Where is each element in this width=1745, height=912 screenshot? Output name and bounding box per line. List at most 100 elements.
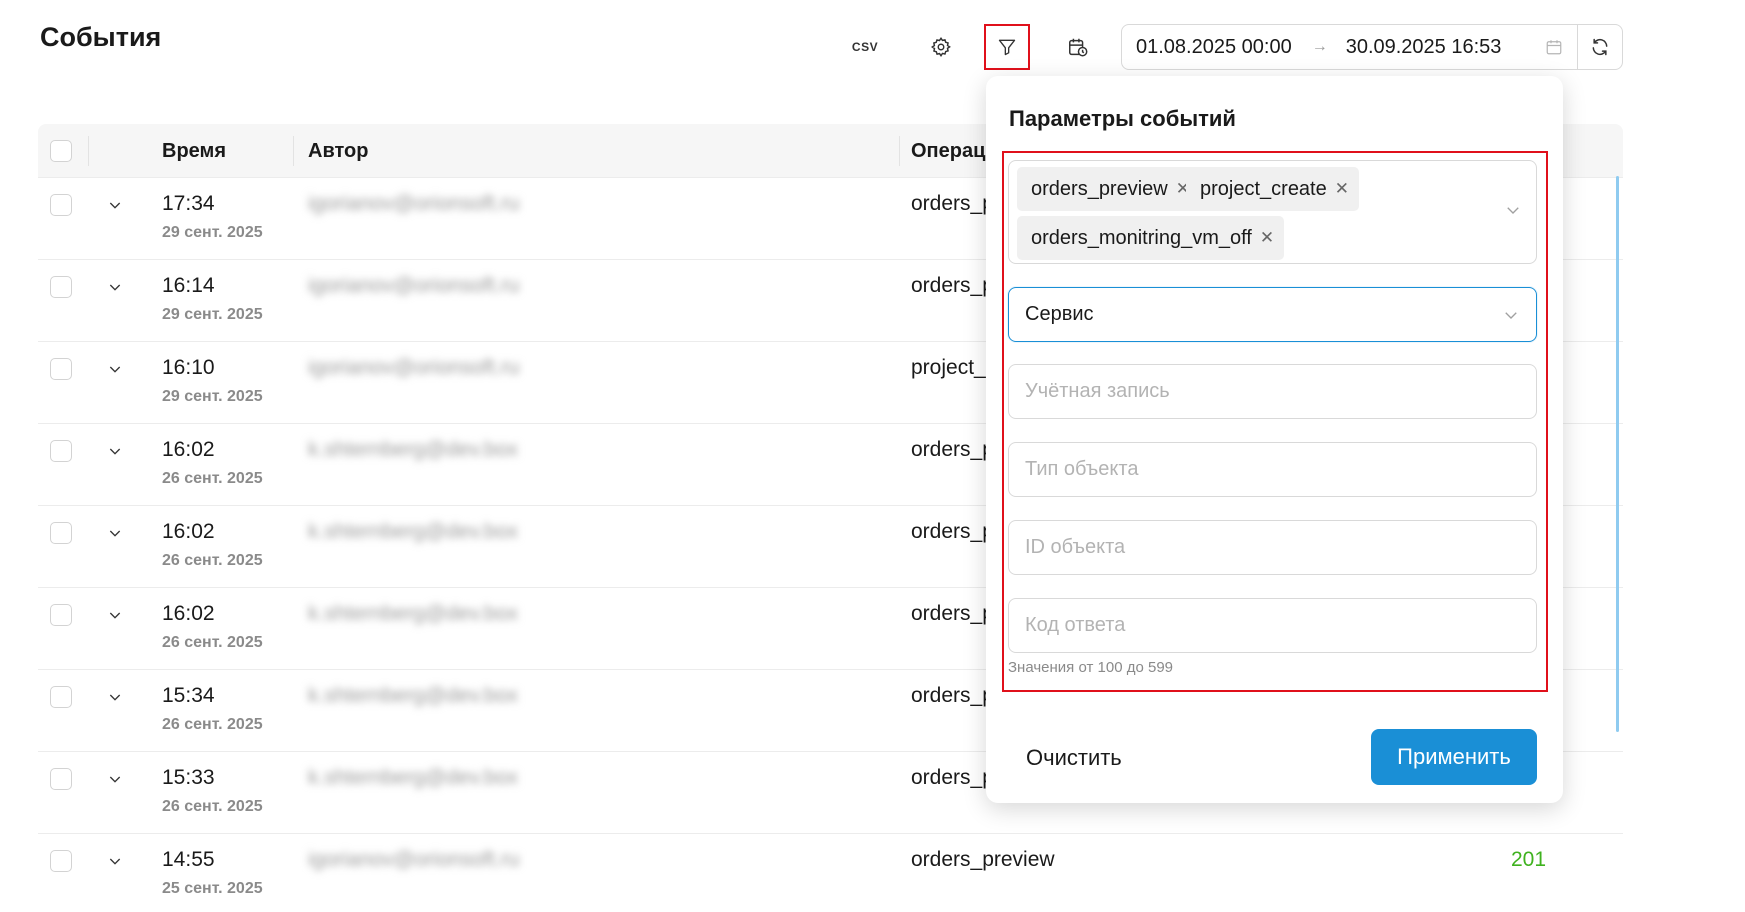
settings-button[interactable] <box>918 24 964 70</box>
date-to[interactable]: 30.09.2025 16:53 <box>1346 36 1502 59</box>
event-date: 26 сент. 2025 <box>162 552 263 569</box>
row-checkbox[interactable] <box>50 686 72 708</box>
row-checkbox[interactable] <box>50 358 72 380</box>
object-type-input[interactable] <box>1025 458 1520 481</box>
filter-popover: Параметры событий orders_preview ✕ proje… <box>986 76 1563 803</box>
select-all-checkbox[interactable] <box>50 140 72 162</box>
event-time: 16:10 <box>162 356 215 379</box>
event-time: 15:34 <box>162 684 215 707</box>
column-header-author[interactable]: Автор <box>308 124 368 178</box>
response-code-input[interactable] <box>1025 614 1520 637</box>
refresh-icon <box>1592 38 1608 56</box>
column-divider <box>88 136 89 166</box>
event-operation: orders_p <box>911 192 994 215</box>
apply-button[interactable]: Применить <box>1371 729 1537 785</box>
chevron-down-icon[interactable] <box>1504 201 1522 219</box>
chevron-down-icon[interactable] <box>104 440 126 462</box>
event-author: igorianov@orionsoft.ru <box>308 848 520 871</box>
chip-label: project_create <box>1200 177 1327 200</box>
event-operation: orders_preview <box>911 848 1055 871</box>
chip-label: orders_preview <box>1031 177 1168 200</box>
column-divider <box>899 136 900 166</box>
event-operation: orders_p <box>911 602 994 625</box>
refresh-button[interactable] <box>1577 24 1623 70</box>
object-type-field[interactable] <box>1008 442 1537 497</box>
filter-icon <box>998 39 1016 56</box>
service-select[interactable]: Сервис <box>1008 287 1537 342</box>
chevron-down-icon[interactable] <box>104 604 126 626</box>
object-id-input[interactable] <box>1025 536 1520 559</box>
event-operation: orders_p <box>911 438 994 461</box>
event-author: k.shternberg@dev.box <box>308 602 519 625</box>
popover-title: Параметры событий <box>1009 106 1236 131</box>
row-checkbox[interactable] <box>50 850 72 872</box>
event-operation: project_ <box>911 356 986 379</box>
event-time: 16:02 <box>162 602 215 625</box>
event-date: 26 сент. 2025 <box>162 470 263 487</box>
event-time: 16:02 <box>162 520 215 543</box>
operation-chip: orders_preview ✕ <box>1017 167 1200 211</box>
schedule-button[interactable] <box>1055 24 1101 70</box>
csv-label: CSV <box>851 40 879 54</box>
row-checkbox[interactable] <box>50 194 72 216</box>
row-checkbox[interactable] <box>50 522 72 544</box>
gear-icon <box>931 37 951 58</box>
row-checkbox[interactable] <box>50 604 72 626</box>
apply-button-label: Применить <box>1397 744 1511 769</box>
event-time: 17:34 <box>162 192 215 215</box>
event-author: igorianov@orionsoft.ru <box>308 192 520 215</box>
clear-button[interactable]: Очистить <box>1014 736 1134 780</box>
column-header-operation[interactable]: Операц <box>911 124 985 178</box>
event-date: 25 сент. 2025 <box>162 880 263 897</box>
remove-chip-icon[interactable]: ✕ <box>1260 228 1274 248</box>
event-time: 15:33 <box>162 766 215 789</box>
date-range-picker[interactable]: 01.08.2025 00:00 → 30.09.2025 16:53 <box>1121 24 1578 70</box>
event-date: 29 сент. 2025 <box>162 388 263 405</box>
table-row[interactable]: 14:55 25 сент. 2025 igorianov@orionsoft.ru… <box>38 834 1623 912</box>
chevron-down-icon[interactable] <box>104 768 126 790</box>
column-divider <box>293 136 294 166</box>
calendar-clock-icon <box>1069 38 1088 57</box>
event-date: 26 сент. 2025 <box>162 634 263 651</box>
date-range-arrow: → <box>1311 38 1328 55</box>
column-header-time[interactable]: Время <box>162 124 226 178</box>
filter-button[interactable] <box>984 24 1030 70</box>
row-checkbox[interactable] <box>50 440 72 462</box>
event-operation: orders_p <box>911 274 994 297</box>
chevron-down-icon[interactable] <box>104 522 126 544</box>
event-time: 16:02 <box>162 438 215 461</box>
event-author: k.shternberg@dev.box <box>308 684 519 707</box>
event-author: k.shternberg@dev.box <box>308 766 519 789</box>
account-field[interactable] <box>1008 364 1537 419</box>
object-id-field[interactable] <box>1008 520 1537 575</box>
event-time: 16:14 <box>162 274 215 297</box>
event-date: 26 сент. 2025 <box>162 798 263 815</box>
event-time: 14:55 <box>162 848 215 871</box>
date-from[interactable]: 01.08.2025 00:00 <box>1136 36 1292 59</box>
remove-chip-icon[interactable]: ✕ <box>1335 179 1349 199</box>
chevron-down-icon[interactable] <box>104 194 126 216</box>
operations-multiselect[interactable]: orders_preview ✕ project_create ✕ orders… <box>1008 160 1537 264</box>
chip-label: orders_monitring_vm_off <box>1031 226 1252 249</box>
row-checkbox[interactable] <box>50 276 72 298</box>
event-author: igorianov@orionsoft.ru <box>308 356 520 379</box>
event-operation: orders_p <box>911 766 994 789</box>
chevron-down-icon[interactable] <box>104 276 126 298</box>
event-author: igorianov@orionsoft.ru <box>308 274 520 297</box>
calendar-icon[interactable] <box>1545 38 1563 56</box>
chevron-down-icon[interactable] <box>104 850 126 872</box>
event-operation: orders_p <box>911 520 994 543</box>
csv-export-button[interactable]: CSV <box>842 24 888 70</box>
page-title: События <box>40 22 162 52</box>
chevron-down-icon[interactable] <box>104 358 126 380</box>
response-code-field[interactable] <box>1008 598 1537 653</box>
chevron-down-icon[interactable] <box>104 686 126 708</box>
response-code-hint: Значения от 100 до 599 <box>1008 659 1173 676</box>
event-operation: orders_p <box>911 684 994 707</box>
event-date: 26 сент. 2025 <box>162 716 263 733</box>
chevron-down-icon <box>1505 311 1517 319</box>
service-select-value: Сервис <box>1025 303 1094 325</box>
scrollbar[interactable] <box>1616 176 1619 732</box>
row-checkbox[interactable] <box>50 768 72 790</box>
account-input[interactable] <box>1025 380 1520 403</box>
